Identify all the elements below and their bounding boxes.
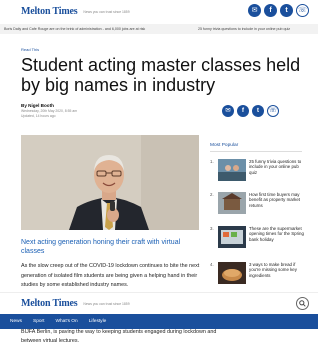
item-number: 3. bbox=[210, 226, 214, 231]
published-date: Wednesday, 20th May 2020, 8:55 am bbox=[21, 109, 78, 113]
thumbnail-image bbox=[218, 226, 246, 248]
most-popular-item[interactable]: 1. 25 funny trivia questions to include … bbox=[210, 159, 305, 187]
site-tagline: News you can trust since 1859 bbox=[83, 301, 130, 306]
item-headline[interactable]: These are the supermarket opening times … bbox=[249, 226, 305, 242]
item-headline[interactable]: 25 funny trivia questions to include in … bbox=[249, 159, 305, 175]
nav-item-whats-on[interactable]: What's On bbox=[55, 319, 77, 324]
item-thumbnail bbox=[218, 159, 246, 181]
news-ticker: Boris Daily and Cafe Rouge are on the br… bbox=[0, 24, 318, 34]
thumbnail-image bbox=[218, 262, 246, 284]
facebook-icon[interactable]: f bbox=[237, 105, 249, 117]
item-headline[interactable]: 3 ways to make bread if you're missing s… bbox=[249, 262, 305, 278]
divider bbox=[210, 151, 302, 152]
image-caption: Next acting generation honing their craf… bbox=[21, 239, 181, 255]
author-byline[interactable]: By Nigel Booth bbox=[21, 103, 54, 108]
masthead: Melton Times News you can trust since 18… bbox=[0, 0, 318, 22]
thumbnail-image bbox=[218, 159, 246, 181]
site-logo[interactable]: Melton Times bbox=[21, 6, 78, 17]
article-paragraph: BIJFA Berlin, is paving the way to keepi… bbox=[21, 329, 217, 344]
twitter-icon[interactable]: t bbox=[252, 105, 264, 117]
envelope-icon[interactable]: ✉ bbox=[248, 4, 261, 17]
site-logo[interactable]: Melton Times bbox=[21, 298, 78, 309]
search-button[interactable] bbox=[296, 297, 309, 310]
site-tagline: News you can trust since 1859 bbox=[83, 9, 130, 14]
search-icon bbox=[299, 300, 306, 307]
top-social-links: ✉ f t ☏ bbox=[248, 4, 309, 17]
whatsapp-icon[interactable]: ☏ bbox=[267, 105, 279, 117]
nav-item-lifestyle[interactable]: Lifestyle bbox=[89, 319, 107, 324]
page: Melton Times News you can trust since 18… bbox=[0, 0, 318, 350]
sticky-header: Melton Times News you can trust since 18… bbox=[0, 292, 318, 313]
item-number: 4. bbox=[210, 262, 214, 267]
envelope-icon[interactable]: ✉ bbox=[222, 105, 234, 117]
most-popular-title: Most Popular bbox=[210, 143, 239, 148]
item-number: 2. bbox=[210, 192, 214, 197]
item-thumbnail bbox=[218, 226, 246, 248]
article-headline: Student acting master classes held by bi… bbox=[21, 55, 301, 95]
most-popular-item[interactable]: 4. 3 ways to make bread if you're missin… bbox=[210, 262, 305, 290]
ticker-item[interactable]: 25 funny trivia questions to include in … bbox=[198, 27, 290, 31]
facebook-icon[interactable]: f bbox=[264, 4, 277, 17]
ticker-item[interactable]: Boris Daily and Cafe Rouge are on the br… bbox=[4, 27, 145, 31]
item-number: 1. bbox=[210, 159, 214, 164]
whatsapp-icon[interactable]: ☏ bbox=[296, 4, 309, 17]
main-nav: News Sport What's On Lifestyle bbox=[0, 314, 318, 329]
item-thumbnail bbox=[218, 262, 246, 284]
updated-date: Updated, 14 hours ago bbox=[21, 114, 56, 118]
section-label[interactable]: Read This bbox=[21, 47, 39, 52]
most-popular-item[interactable]: 3. These are the supermarket opening tim… bbox=[210, 226, 305, 254]
article-paragraph: As the slow creep out of the COVID-19 lo… bbox=[21, 263, 200, 289]
most-popular-item[interactable]: 2. How first time buyers may benefit as … bbox=[210, 192, 305, 220]
item-thumbnail bbox=[218, 192, 246, 214]
article-hero-image bbox=[21, 135, 199, 230]
thumbnail-image bbox=[218, 192, 246, 214]
nav-item-sport[interactable]: Sport bbox=[33, 319, 44, 324]
hero-illustration bbox=[21, 135, 199, 230]
share-buttons: ✉ f t ☏ bbox=[222, 105, 279, 117]
item-headline[interactable]: How first time buyers may benefit as pro… bbox=[249, 192, 305, 208]
nav-item-news[interactable]: News bbox=[10, 319, 22, 324]
twitter-icon[interactable]: t bbox=[280, 4, 293, 17]
